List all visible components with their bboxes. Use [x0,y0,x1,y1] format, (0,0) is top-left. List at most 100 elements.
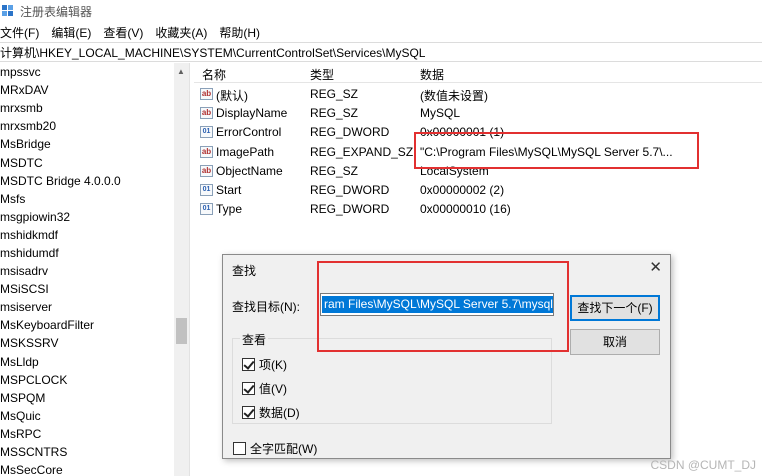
tree-item[interactable]: MsKeyboardFilter [0,316,189,334]
value-type: REG_DWORD [310,183,390,197]
menu-file[interactable]: 文件(F) [0,24,47,41]
value-row[interactable]: 01 Start REG_DWORD 0x00000002 (2) [194,181,762,200]
address-path[interactable]: 计算机\HKEY_LOCAL_MACHINE\SYSTEM\CurrentCon… [0,44,425,61]
tree-item-label: MsQuic [0,408,41,423]
tree-item[interactable]: MSiSCSI [0,280,189,298]
data-checkbox-row[interactable]: 数据(D) [242,404,300,421]
keys-checkbox-row[interactable]: 项(K) [242,356,287,373]
tree-item[interactable]: msiserver [0,298,189,316]
tree-item-label: MRxDAV [0,83,49,98]
data-checkbox-label: 数据(D) [259,406,300,420]
value-data: 0x00000002 (2) [420,183,505,197]
cancel-button[interactable]: 取消 [570,329,660,355]
menu-favorites[interactable]: 收藏夹(A) [155,24,215,41]
tree-item-label: mshidumdf [0,245,59,260]
tree-item-label: mrxsmb [0,101,43,116]
tree-item[interactable]: mrxsmb20 [0,117,189,135]
tree-item[interactable]: MSDTC [0,153,189,171]
highlight-box-find-target [317,261,569,352]
data-checkbox[interactable] [242,406,255,419]
tree-item-label: MsBridge [0,137,51,152]
tree-item[interactable]: MSKSSRV [0,334,189,352]
value-data: (数值未设置) [420,89,488,103]
tree-item-label: MsRPC [0,426,42,441]
address-bar[interactable]: 计算机\HKEY_LOCAL_MACHINE\SYSTEM\CurrentCon… [0,42,762,62]
highlight-box-imagepath [414,132,699,169]
menu-edit[interactable]: 编辑(E) [51,24,99,41]
string-value-icon: ab [200,164,213,177]
column-header-type[interactable]: 类型 [310,66,334,83]
tree-item-label: mpssvc [0,65,41,80]
tree-item-label: MsSecCore [0,463,63,476]
tree-item-label: mrxsmb20 [0,119,57,134]
menu-view[interactable]: 查看(V) [103,24,151,41]
title-bar: 注册表编辑器 [0,0,762,22]
tree-item[interactable]: MSSCNTRS [0,443,189,461]
scrollbar-thumb[interactable] [176,318,187,344]
scroll-up-icon[interactable]: ▲ [177,67,185,76]
tree-item[interactable]: mshidumdf [0,244,189,262]
tree-item-label: MSPCLOCK [0,372,68,387]
tree-item[interactable]: MsRPC [0,425,189,443]
value-name: Start [216,183,242,197]
value-row[interactable]: ab DisplayName REG_SZ MySQL [194,104,762,123]
value-data: MySQL [420,106,461,121]
value-row[interactable]: ab (默认) REG_SZ (数值未设置) [194,85,762,104]
tree-item[interactable]: MSPQM [0,389,189,407]
binary-value-icon: 01 [200,184,213,196]
value-type: REG_EXPAND_SZ [310,144,414,159]
tree-item[interactable]: msisadrv [0,262,189,280]
value-name: (默认) [216,89,248,103]
tree-item-label: msiserver [0,300,53,315]
string-value-icon: ab [200,88,213,100]
tree-item-label: MSKSSRV [0,336,59,351]
keys-checkbox[interactable] [242,358,255,371]
value-row[interactable]: 01 Type REG_DWORD 0x00000010 (16) [194,200,762,219]
match-whole-checkbox-row[interactable]: 全字匹配(W) [233,440,317,457]
tree-item[interactable]: MSPCLOCK [0,371,189,389]
values-checkbox-row[interactable]: 值(V) [242,380,287,397]
column-header-data[interactable]: 数据 [420,66,444,83]
tree-item[interactable]: MsBridge [0,135,189,153]
tree-item[interactable]: Msfs [0,190,189,208]
tree-item[interactable]: MSDTC Bridge 4.0.0.0 [0,172,189,190]
tree-scrollbar[interactable]: ▲ [174,63,189,476]
dialog-title: 查找 [232,264,257,278]
tree-item-label: MSDTC [0,155,43,170]
match-whole-label: 全字匹配(W) [250,442,318,456]
find-next-button[interactable]: 查找下一个(F) [570,295,660,321]
find-target-label: 查找目标(N): [232,300,300,314]
menu-bar: 文件(F) 编辑(E) 查看(V) 收藏夹(A) 帮助(H) [0,22,762,42]
tree-item-label: msgpiowin32 [0,209,71,224]
value-type: REG_DWORD [310,202,390,217]
binary-value-icon: 01 [200,203,213,216]
tree-item-label: msisadrv [0,264,49,279]
window-title: 注册表编辑器 [20,4,93,19]
column-header-name[interactable]: 名称 [202,66,226,83]
close-icon[interactable]: ✕ [649,258,662,276]
key-tree: mpssvc MRxDAV mrxsmb mrxsmb20 MsBridge MSDTC M… [0,63,190,476]
value-name: DisplayName [216,106,288,121]
tree-item[interactable]: mrxsmb [0,99,189,117]
tree-item[interactable]: mshidkmdf [0,226,189,244]
value-data: 0x00000010 (16) [420,202,511,217]
string-value-icon: ab [200,145,213,158]
tree-item[interactable]: MRxDAV [0,81,189,99]
tree-item-label: MSSCNTRS [0,445,68,460]
menu-help[interactable]: 帮助(H) [219,24,268,41]
binary-value-icon: 01 [200,126,213,139]
list-header: 名称 类型 数据 [194,63,762,83]
string-value-icon: ab [200,107,213,120]
tree-item-label: mshidkmdf [0,227,59,242]
match-whole-checkbox[interactable] [233,442,246,455]
tree-item-label: MsLldp [0,354,39,369]
tree-item[interactable]: msgpiowin32 [0,208,189,226]
tree-item[interactable]: mpssvc [0,63,189,81]
tree-item[interactable]: MsLldp [0,353,189,371]
tree-item[interactable]: MsSecCore [0,461,189,476]
value-type: REG_SZ [310,163,359,178]
value-type: REG_SZ [310,87,359,101]
tree-item[interactable]: MsQuic [0,407,189,425]
value-name: ErrorControl [216,125,282,140]
values-checkbox[interactable] [242,382,255,395]
